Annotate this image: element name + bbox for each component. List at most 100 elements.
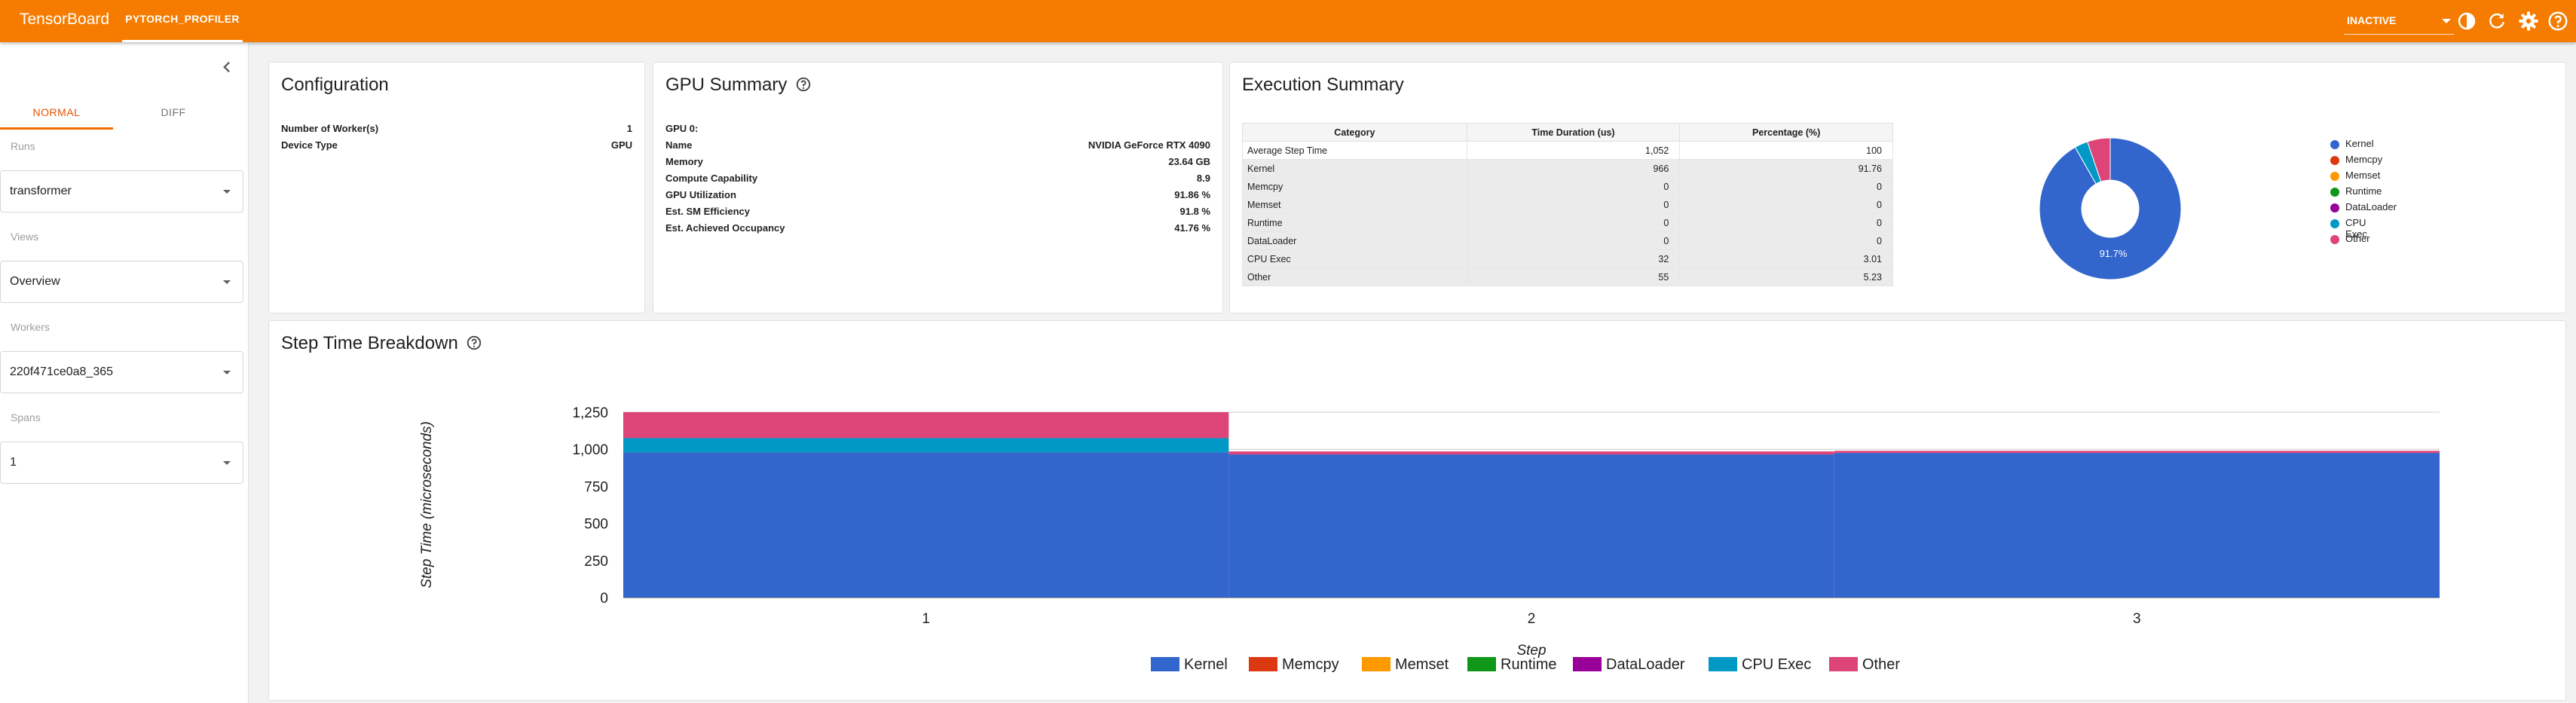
- execution-donut-chart: 91.7%: [2039, 137, 2182, 280]
- gpu-key: GPU 0:: [665, 123, 699, 134]
- column-header[interactable]: Category: [1242, 123, 1467, 142]
- table-cell: 1,052: [1466, 141, 1681, 160]
- table-cell: 3.01: [1679, 249, 1893, 268]
- legend-item-cpu-exec[interactable]: CPU Exec: [1709, 656, 1811, 673]
- app-brand[interactable]: TensorBoard: [20, 11, 109, 29]
- status-value: INACTIVE: [2347, 14, 2397, 26]
- table-row: Runtime 0 0: [1242, 213, 1893, 232]
- column-header[interactable]: Time Duration (us): [1466, 123, 1681, 142]
- spans-select[interactable]: 1: [0, 442, 243, 484]
- x-tick-label: 1: [922, 611, 930, 627]
- legend-swatch: [1362, 657, 1390, 671]
- legend-item-runtime[interactable]: Runtime: [1467, 656, 1556, 673]
- legend-label: Memset: [2345, 170, 2381, 181]
- legend-label: Other: [2345, 233, 2370, 244]
- execution-summary-table: Category Time Duration (us) Percentage (…: [1242, 123, 1893, 286]
- legend-item-kernel[interactable]: Kernel: [1151, 656, 1228, 673]
- table-row: Memcpy 0 0: [1242, 177, 1893, 196]
- tab-diff[interactable]: DIFF: [117, 95, 230, 130]
- table-cell: Memcpy: [1242, 177, 1467, 196]
- legend-item-memcpy[interactable]: Memcpy: [1249, 656, 1339, 673]
- chevron-down-icon: [2442, 19, 2451, 23]
- sidebar: NORMAL DIFF Runs transformer Views Overv…: [0, 42, 249, 703]
- area-kernel-step-2[interactable]: [1228, 454, 1834, 598]
- legend-label: Memcpy: [1282, 656, 1339, 673]
- legend-label: DataLoader: [1606, 656, 1685, 673]
- table-cell: Other: [1242, 267, 1467, 286]
- legend-swatch: [1467, 657, 1496, 671]
- legend-label: DataLoader: [2345, 201, 2397, 212]
- area-other-step-3[interactable]: [1834, 451, 2440, 454]
- gpu-summary-card: GPU Summary GPU 0: Name NVIDIA GeForce RT…: [653, 62, 1223, 313]
- table-cell: Runtime: [1242, 213, 1467, 232]
- runs-select[interactable]: transformer: [0, 170, 243, 212]
- table-row: Kernel 966 91.76: [1242, 159, 1893, 178]
- table-cell: 0: [1466, 213, 1681, 232]
- y-tick-label: 750: [584, 479, 608, 495]
- spans-value: 1: [10, 456, 17, 469]
- legend-label: Memset: [1395, 656, 1449, 673]
- theme-toggle-icon[interactable]: [2455, 10, 2478, 32]
- table-cell: 0: [1466, 195, 1681, 214]
- gpu-summary-title-text: GPU Summary: [665, 75, 788, 95]
- table-cell: 0: [1466, 177, 1681, 196]
- gpu-key: Est. SM Efficiency: [665, 206, 750, 217]
- tab-pytorch-profiler[interactable]: PYTORCH_PROFILER: [122, 0, 243, 42]
- column-header[interactable]: Percentage (%): [1679, 123, 1893, 142]
- gpu-value: 23.64 GB: [1168, 156, 1210, 167]
- gpu-value: NVIDIA GeForce RTX 4090: [1088, 139, 1210, 151]
- table-cell: 966: [1466, 159, 1681, 178]
- help-icon[interactable]: [795, 76, 812, 93]
- config-value: GPU: [610, 139, 632, 151]
- area-other-step-2[interactable]: [1228, 451, 1834, 455]
- y-axis-title: Step Time (microseconds): [419, 421, 435, 588]
- area-cpu-exec-step-1[interactable]: [623, 438, 1229, 453]
- views-select[interactable]: Overview: [0, 261, 243, 303]
- settings-icon[interactable]: [2517, 10, 2540, 32]
- table-row: CPU Exec 32 3.01: [1242, 249, 1893, 268]
- refresh-icon[interactable]: [2486, 10, 2508, 32]
- gpu-key: Compute Capability: [665, 173, 758, 184]
- config-key: Device Type: [281, 139, 338, 151]
- gpu-row: Est. SM Efficiency 91.8 %: [665, 206, 1210, 222]
- chevron-down-icon: [223, 371, 231, 374]
- table-header-row: Category Time Duration (us) Percentage (…: [1242, 123, 1893, 142]
- table-cell: Kernel: [1242, 159, 1467, 178]
- area-kernel-step-1[interactable]: [623, 452, 1229, 598]
- step-time-chart: 0 250 500 750 1,000 1,250 1 2 3 Step Time (micr…: [419, 405, 2440, 673]
- legend-swatch: [2330, 140, 2339, 149]
- legend-item-dataloader[interactable]: DataLoader: [1573, 656, 1685, 673]
- legend-swatch: [2330, 172, 2339, 181]
- configuration-card: Configuration Number of Worker(s) 1 Devi…: [268, 62, 645, 313]
- legend-label: Other: [1862, 656, 1900, 673]
- workers-label: Workers: [11, 321, 50, 333]
- table-cell: 0: [1679, 195, 1893, 214]
- workers-select[interactable]: 220f471ce0a8_365: [0, 351, 243, 393]
- legend-swatch: [1829, 657, 1858, 671]
- legend-item-other[interactable]: Other: [1829, 656, 1900, 673]
- table-row: Average Step Time 1,052 100: [1242, 141, 1893, 160]
- table-cell: 91.76: [1679, 159, 1893, 178]
- area-kernel-step-3[interactable]: [1834, 453, 2440, 598]
- help-icon[interactable]: [2547, 10, 2569, 32]
- x-tick-label: 2: [1528, 611, 1536, 627]
- table-cell: 0: [1679, 213, 1893, 232]
- tab-normal[interactable]: NORMAL: [0, 95, 113, 130]
- legend-item-memset[interactable]: Memset: [1362, 656, 1449, 673]
- legend-swatch: [1573, 657, 1602, 671]
- donut-slice-label: 91.7%: [2100, 248, 2128, 259]
- gpu-value: 41.76 %: [1174, 222, 1210, 234]
- gpu-row: GPU Utilization 91.86 %: [665, 189, 1210, 206]
- configuration-title: Configuration: [281, 75, 389, 95]
- legend-swatch: [2330, 156, 2339, 165]
- table-row: Other 55 5.23: [1242, 267, 1893, 286]
- views-value: Overview: [10, 275, 60, 288]
- config-row: Number of Worker(s) 1: [281, 123, 632, 139]
- reload-status-select[interactable]: INACTIVE: [2344, 8, 2454, 35]
- table-row: Memset 0 0: [1242, 195, 1893, 214]
- legend-swatch: [2330, 203, 2339, 212]
- legend-swatch: [2330, 188, 2339, 197]
- area-other-step-1[interactable]: [623, 412, 1229, 439]
- collapse-sidebar-button[interactable]: [216, 56, 238, 78]
- table-cell: 0: [1466, 231, 1681, 250]
